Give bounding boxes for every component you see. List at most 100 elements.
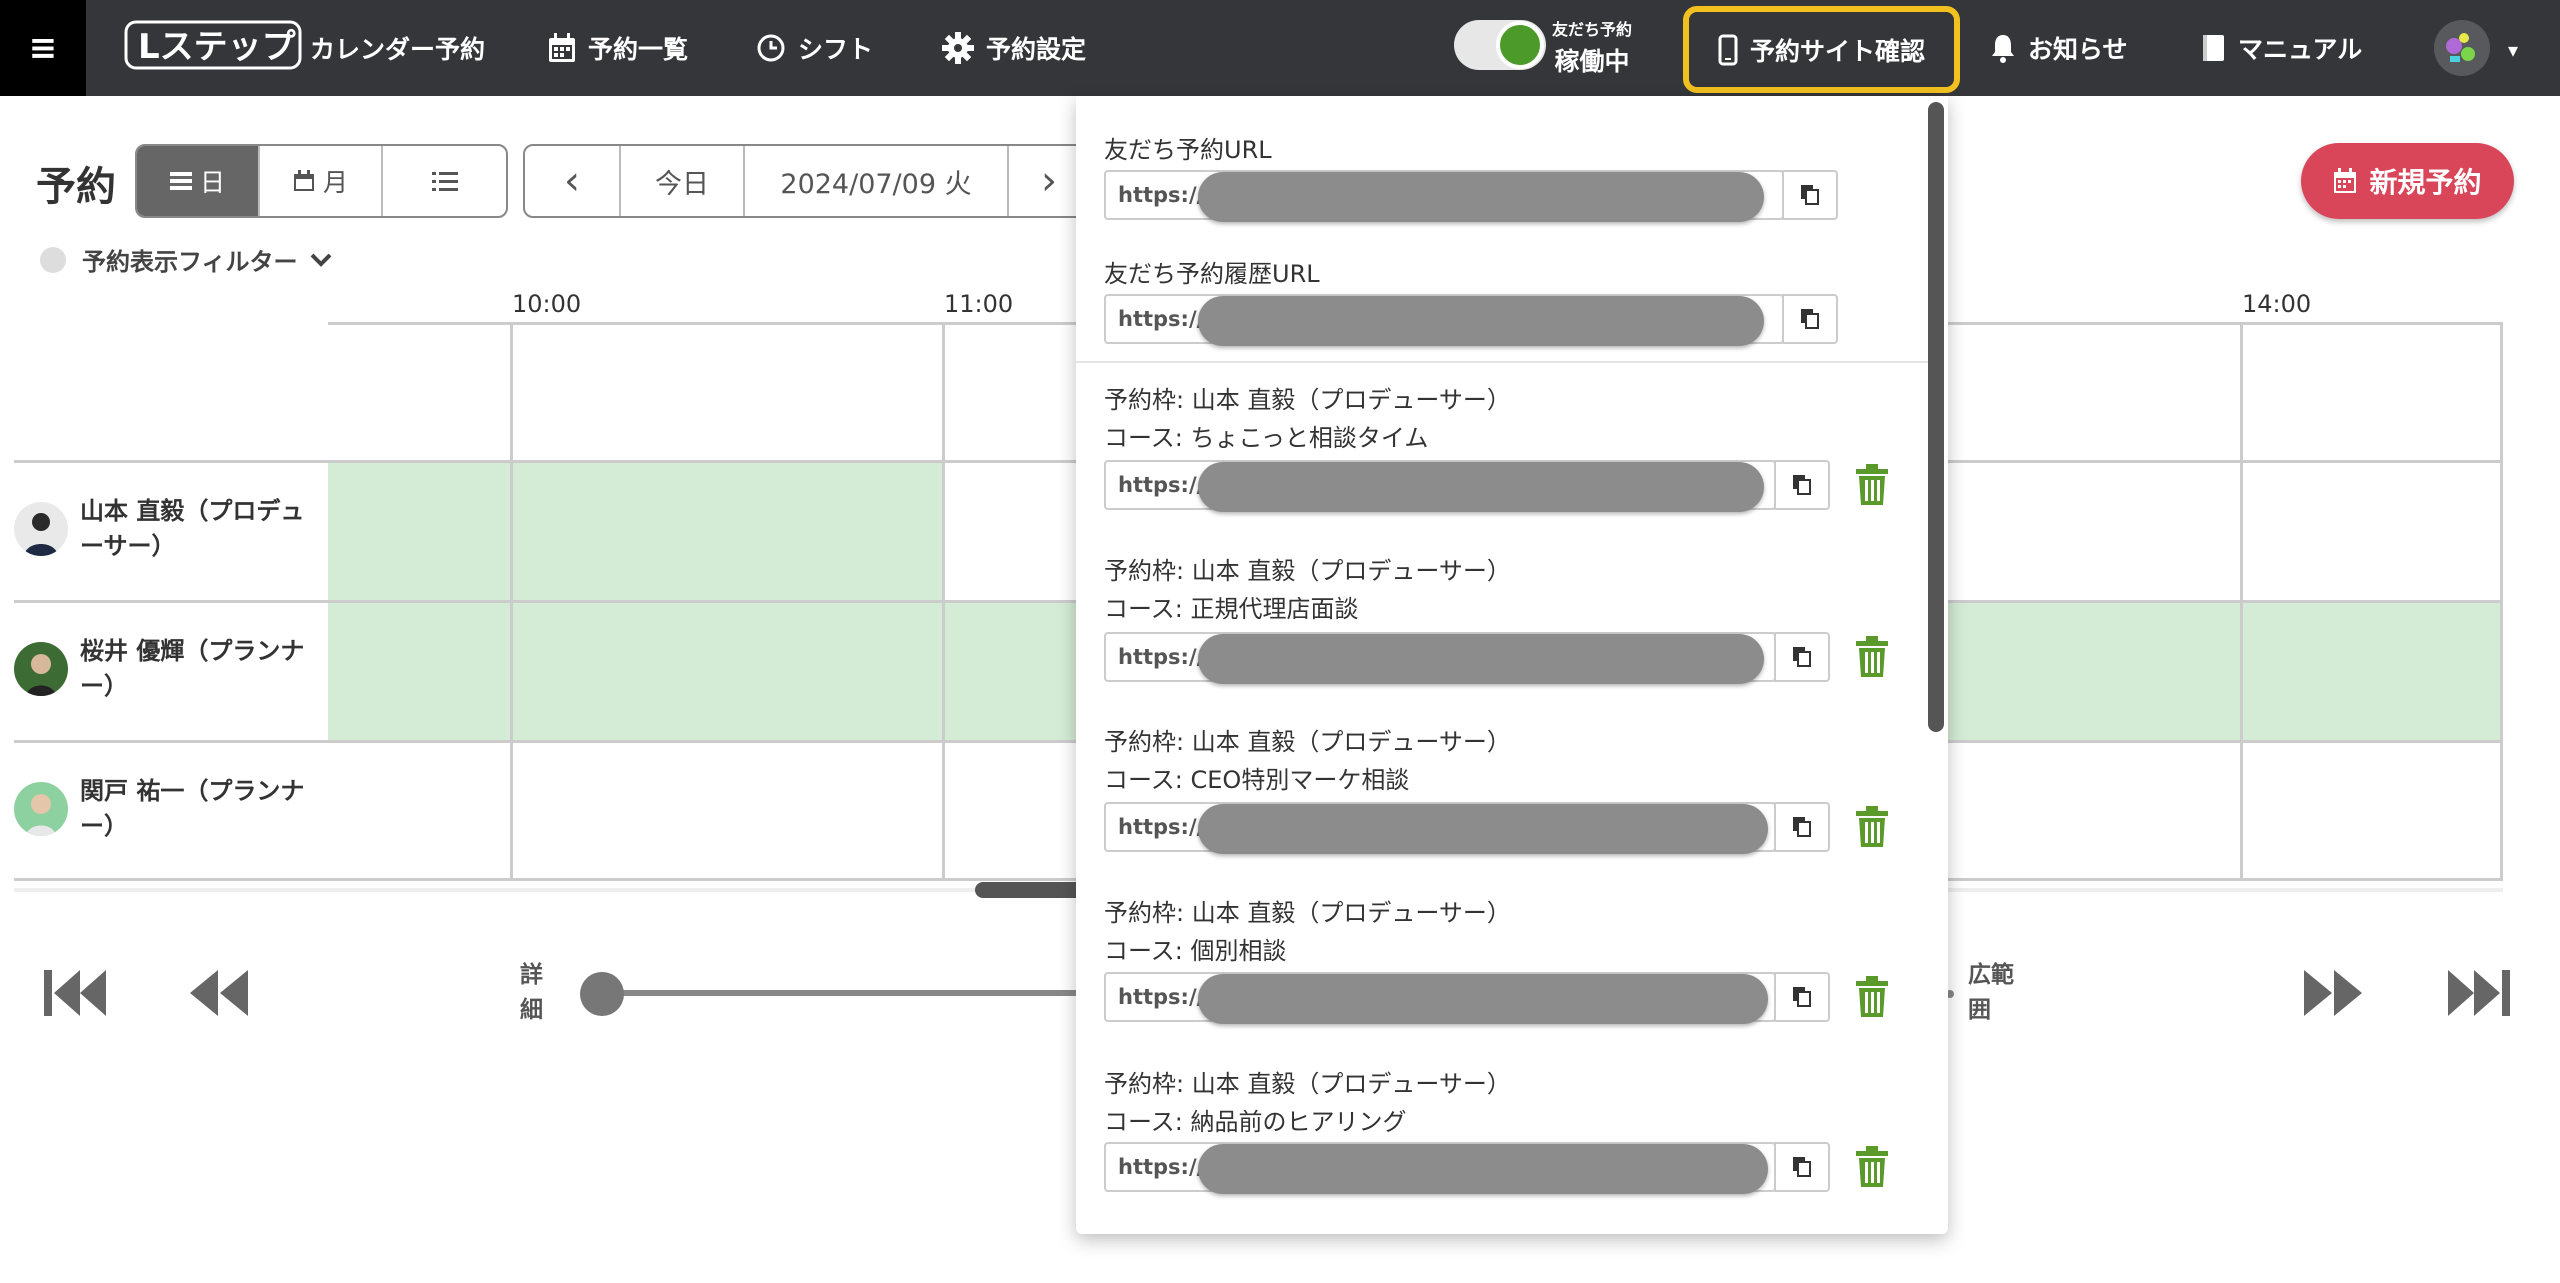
nav-reservation-settings[interactable]: 予約設定 [942,0,1086,96]
course-name-label: コース: CEO特別マーケ相談 [1104,766,1410,794]
filter-label: 予約表示フィルター [82,248,298,276]
course-url-field[interactable]: https:// [1104,802,1776,854]
today-button[interactable]: 今日 [621,146,745,216]
filter-radio[interactable] [40,246,66,273]
staff-row-header[interactable]: 桜井 優輝（プランナ ー） [14,634,314,704]
dropdown-scrollbar[interactable] [1928,102,1944,732]
copy-button[interactable] [1774,972,1830,1022]
chevron-down-icon[interactable]: ▾ [2508,38,2518,62]
url-prefix: https:// [1118,815,1205,839]
view-month-button[interactable]: 月 [260,146,383,216]
new-reservation-label: 新規予約 [2369,166,2482,199]
toggle-caption: 友だち予約 [1552,20,1633,39]
url-prefix: https:// [1118,1155,1205,1179]
copy-icon [1801,309,1819,329]
staff-name: 桜井 優輝（プランナ ー） [80,637,305,700]
user-avatar[interactable] [2434,20,2490,76]
staff-row-header[interactable]: 山本 直毅（プロデュ ーサー） [14,494,314,564]
staff-avatar [14,781,68,836]
date-value: 2024/07/09 火 [780,168,972,200]
zoom-detail-label: 詳 細 [520,962,543,1023]
toggle-status: 友だち予約 稼働中 [1552,16,1632,78]
friend-reservation-toggle[interactable] [1454,20,1546,70]
horizontal-scrollbar-thumb[interactable] [975,882,1085,898]
zoom-slider-knob[interactable] [580,972,624,1016]
friend-url-field[interactable]: https:// [1104,170,1784,222]
book-icon [2203,35,2224,61]
url-prefix: https:// [1118,183,1205,207]
nav-label: 予約設定 [986,35,1087,64]
chevron-left-icon: ‹ [564,158,580,204]
copy-button[interactable] [1774,632,1830,682]
trash-icon[interactable] [1852,806,1892,848]
nav-label: シフト [798,35,874,64]
friend-url-label: 友だち予約URL [1104,136,1272,164]
trash-icon[interactable] [1852,636,1892,678]
manual-label: マニュアル [2238,35,2363,64]
brand-calendar-reservation[interactable]: カレンダー予約 [310,0,485,96]
reservation-site-check-button[interactable]: 予約サイト確認 [1683,6,1960,93]
copy-button[interactable] [1774,1142,1830,1192]
course-frame-label: 予約枠: 山本 直毅（プロデューサー） [1104,557,1511,585]
nav-shift[interactable]: シフト [756,0,873,96]
copy-icon [1793,1157,1811,1177]
toggle-state: 稼働中 [1554,47,1630,76]
brand-label: カレンダー予約 [310,35,486,64]
copy-button[interactable] [1782,294,1838,344]
view-day-button[interactable]: 日 [137,146,260,216]
reservation-filter-toggle[interactable]: 予約表示フィルター [40,242,332,277]
date-picker[interactable]: 2024/07/09 火 [745,146,1009,216]
course-url-field[interactable]: https:// [1104,1142,1776,1194]
new-reservation-button[interactable]: 新規予約 [2301,143,2514,219]
calendar-icon [549,33,575,62]
date-navigator: ‹ 今日 2024/07/09 火 › [523,144,1091,218]
friend-history-url-field[interactable]: https:// [1104,294,1784,346]
copy-icon [1793,817,1811,837]
copy-button[interactable] [1782,170,1838,220]
redacted-url [1198,804,1768,854]
nav-manual[interactable]: マニュアル [2200,0,2362,96]
lstep-logo: Lステップ [124,20,302,70]
nav-notice[interactable]: お知らせ [1990,0,2128,96]
staff-name: 山本 直毅（プロデュ ーサー） [80,497,305,560]
notice-label: お知らせ [2028,35,2128,64]
skip-to-end-icon[interactable] [2446,964,2510,1022]
redacted-url [1198,1144,1768,1194]
calendar-icon [293,170,314,191]
course-url-field[interactable]: https:// [1104,972,1776,1024]
fast-forward-icon[interactable] [2300,964,2366,1022]
prev-day-button[interactable]: ‹ [525,146,621,216]
copy-button[interactable] [1774,460,1830,510]
staff-row-header[interactable]: 関戸 祐一（プランナ ー） [14,774,314,844]
course-url-field[interactable]: https:// [1104,632,1776,684]
copy-button[interactable] [1774,802,1830,852]
nav-reservation-list[interactable]: 予約一覧 [548,0,688,96]
today-label: 今日 [655,168,709,200]
trash-icon[interactable] [1852,464,1892,506]
course-frame-label: 予約枠: 山本 直毅（プロデューサー） [1104,728,1511,756]
copy-icon [1801,185,1819,205]
trash-icon[interactable] [1852,976,1892,1018]
url-prefix: https:// [1118,645,1205,669]
site-check-label: 予約サイト確認 [1749,36,1925,66]
chevron-right-icon: › [1041,158,1057,204]
course-name-label: コース: 正規代理店面談 [1104,595,1359,623]
time-label: 10:00 [512,290,582,318]
friend-history-url-label: 友だち予約履歴URL [1104,260,1320,288]
list-icon [431,172,458,191]
view-list-button[interactable] [383,146,506,216]
time-label: 11:00 [944,290,1014,318]
time-label: 14:00 [2242,290,2312,318]
redacted-url [1198,974,1768,1024]
zoom-slider-track[interactable] [598,990,1078,996]
bell-icon [1992,35,2014,63]
view-switcher: 日 月 [135,144,508,218]
course-url-field[interactable]: https:// [1104,460,1776,512]
redacted-url [1198,172,1764,222]
redacted-url [1198,634,1764,684]
rewind-icon[interactable] [186,964,252,1022]
skip-to-start-icon[interactable] [44,964,108,1022]
hamburger-menu-button[interactable]: ≡ [0,0,86,96]
copy-icon [1793,475,1811,495]
trash-icon[interactable] [1852,1146,1892,1188]
